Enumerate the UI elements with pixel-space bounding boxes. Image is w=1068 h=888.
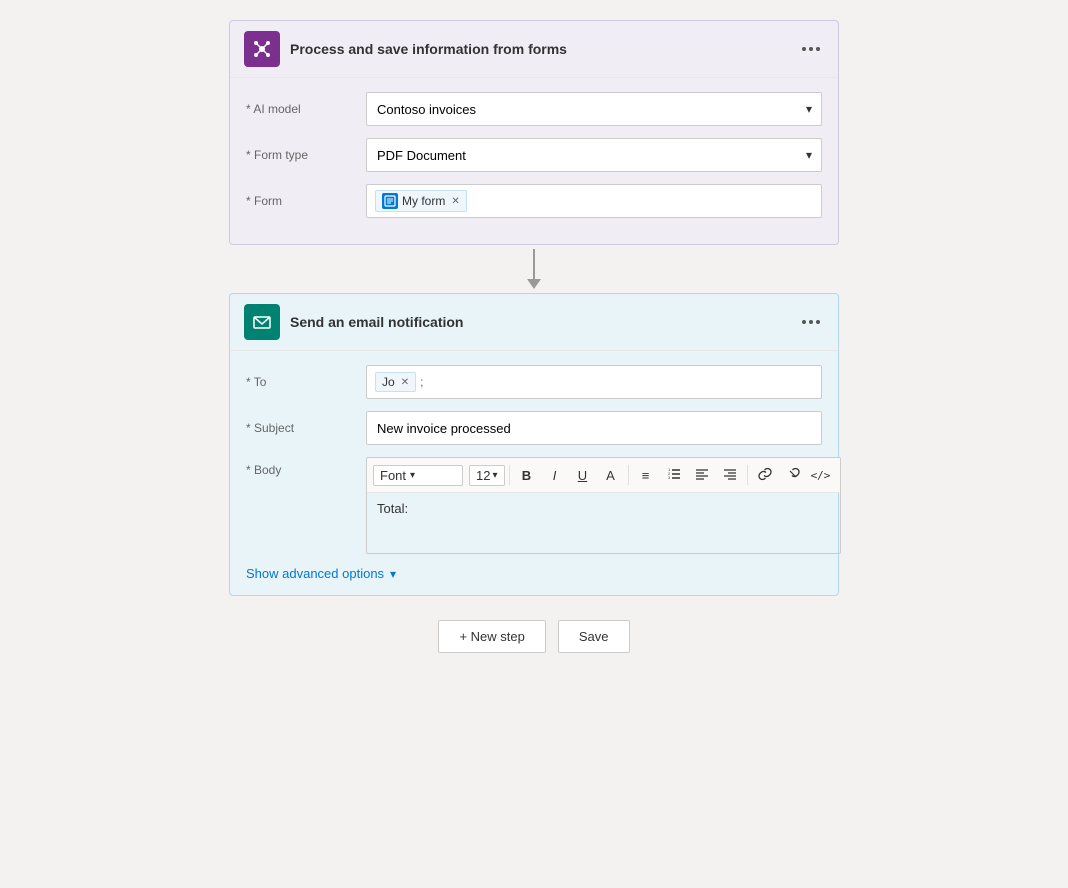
form-tag-input[interactable]: My form ✕	[366, 184, 822, 218]
process-card-title: Process and save information from forms	[290, 41, 798, 57]
form-type-row: * Form type PDF Document ▾	[246, 138, 822, 172]
new-step-button[interactable]: + New step	[438, 620, 545, 653]
form-icon	[384, 195, 396, 207]
email-icon	[252, 312, 272, 332]
ordered-list-icon: 1 2 3	[667, 467, 681, 484]
show-advanced-options[interactable]: Show advanced options ▾	[246, 566, 822, 581]
code-button[interactable]: </>	[808, 462, 834, 488]
email-card-header: Send an email notification	[230, 294, 838, 351]
to-tag-separator: ;	[420, 375, 423, 389]
editor-toolbar: Font ▾ 12 ▾ B	[367, 458, 840, 493]
toolbar-separator-2	[628, 465, 629, 485]
font-size-chevron-icon: ▾	[492, 470, 497, 481]
email-card: Send an email notification * To Jo ✕	[229, 293, 839, 596]
form-type-control[interactable]: PDF Document ▾	[366, 138, 822, 172]
process-card: Process and save information from forms …	[229, 20, 839, 245]
align-right-button[interactable]	[717, 462, 743, 488]
body-label: * Body	[246, 457, 366, 477]
ordered-list-button[interactable]: 1 2 3	[661, 462, 687, 488]
underline-button[interactable]: U	[570, 462, 596, 488]
ai-model-control[interactable]: Contoso invoices ▾	[366, 92, 822, 126]
font-selector[interactable]: Font ▾	[373, 465, 463, 486]
subject-input[interactable]	[366, 411, 822, 445]
form-tag: My form ✕	[375, 190, 467, 212]
font-size-selector[interactable]: 12 ▾	[469, 465, 505, 486]
toolbar-separator-1	[509, 465, 510, 485]
body-row: * Body Font ▾ 12 ▾	[246, 457, 822, 554]
show-advanced-chevron-icon: ▾	[390, 567, 396, 581]
email-card-title: Send an email notification	[290, 314, 798, 330]
arrow-line	[533, 249, 535, 279]
form-label: * Form	[246, 194, 366, 208]
form-control[interactable]: My form ✕	[366, 184, 822, 218]
form-type-select-wrapper[interactable]: PDF Document ▾	[366, 138, 822, 172]
font-label: Font	[380, 468, 406, 483]
form-tag-close[interactable]: ✕	[451, 196, 459, 207]
body-editor: Font ▾ 12 ▾ B	[366, 457, 841, 554]
bottom-actions: + New step Save	[438, 620, 629, 653]
ai-model-row: * AI model Contoso invoices ▾	[246, 92, 822, 126]
body-text: Total:	[377, 501, 408, 516]
to-control[interactable]: Jo ✕ ;	[366, 365, 822, 399]
to-tag: Jo ✕	[375, 372, 416, 392]
align-left-icon	[695, 467, 709, 484]
color-picker-button[interactable]: A	[598, 462, 624, 488]
to-row: * To Jo ✕ ;	[246, 365, 822, 399]
unlink-button[interactable]	[780, 462, 806, 488]
to-tag-input[interactable]: Jo ✕ ;	[366, 365, 822, 399]
code-icon: </>	[811, 469, 831, 482]
font-size-value: 12	[476, 468, 490, 483]
align-right-icon	[723, 467, 737, 484]
email-card-menu[interactable]	[798, 316, 824, 328]
subject-label: * Subject	[246, 421, 366, 435]
ai-model-select-wrapper[interactable]: Contoso invoices ▾	[366, 92, 822, 126]
process-card-body: * AI model Contoso invoices ▾ * Form typ…	[230, 78, 838, 244]
to-tag-label: Jo	[382, 375, 395, 389]
font-chevron-icon: ▾	[410, 470, 415, 481]
bold-button[interactable]: B	[514, 462, 540, 488]
to-label: * To	[246, 375, 366, 389]
color-picker-icon: A	[606, 468, 615, 483]
subject-row: * Subject	[246, 411, 822, 445]
process-icon	[252, 39, 272, 59]
svg-text:3: 3	[668, 475, 671, 480]
italic-button[interactable]: I	[542, 462, 568, 488]
form-tag-label: My form	[402, 194, 445, 208]
email-card-icon	[244, 304, 280, 340]
process-card-icon	[244, 31, 280, 67]
unlink-icon	[786, 467, 800, 484]
subject-control[interactable]	[366, 411, 822, 445]
align-left-button[interactable]	[689, 462, 715, 488]
form-type-label: * Form type	[246, 148, 366, 162]
toolbar-separator-3	[747, 465, 748, 485]
ai-model-label: * AI model	[246, 102, 366, 116]
process-card-menu[interactable]	[798, 43, 824, 55]
save-button[interactable]: Save	[558, 620, 630, 653]
ai-model-select[interactable]: Contoso invoices	[366, 92, 822, 126]
unordered-list-icon: ≡	[642, 468, 650, 483]
process-card-header: Process and save information from forms	[230, 21, 838, 78]
link-button[interactable]	[752, 462, 778, 488]
editor-content[interactable]: Total:	[367, 493, 840, 553]
arrow-connector	[527, 249, 541, 289]
link-icon	[758, 467, 772, 484]
unordered-list-button[interactable]: ≡	[633, 462, 659, 488]
body-control: Font ▾ 12 ▾ B	[366, 457, 841, 554]
arrow-head	[527, 279, 541, 289]
show-advanced-label: Show advanced options	[246, 566, 384, 581]
form-type-select[interactable]: PDF Document	[366, 138, 822, 172]
form-tag-icon	[382, 193, 398, 209]
to-tag-close[interactable]: ✕	[401, 377, 409, 388]
form-row: * Form	[246, 184, 822, 218]
email-card-body: * To Jo ✕ ; * Subject	[230, 351, 838, 595]
